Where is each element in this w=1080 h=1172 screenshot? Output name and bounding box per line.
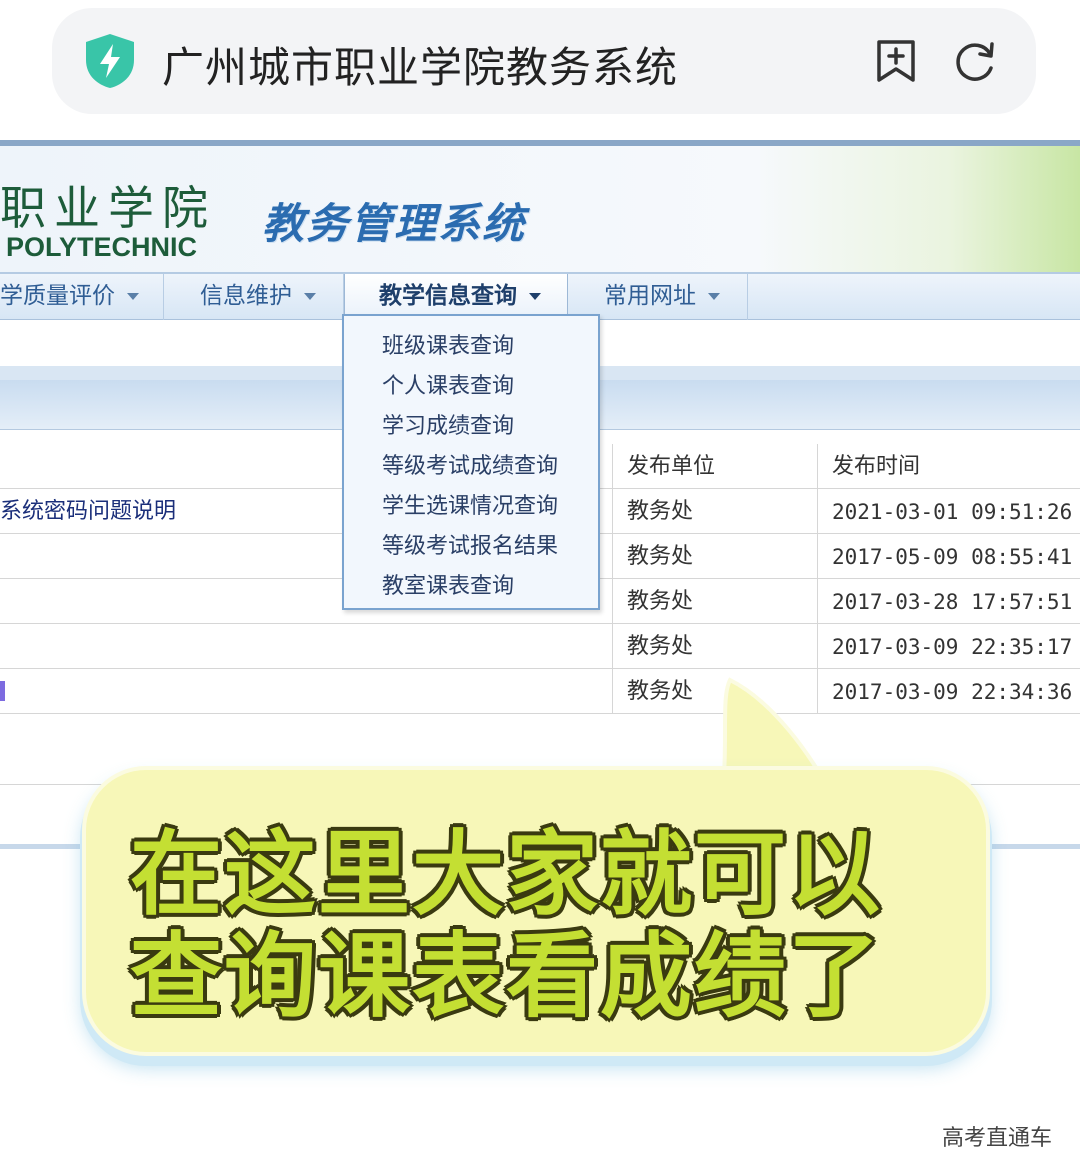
column-header-time: 发布时间	[817, 444, 1080, 488]
school-name-cn: 职业学院	[0, 181, 216, 235]
reload-icon[interactable]	[952, 38, 998, 84]
notice-time: 2017-05-09 08:55:41	[817, 534, 1080, 578]
menu-item-class-timetable[interactable]: 班级课表查询	[382, 328, 514, 360]
watermark: 高考直通车	[941, 1126, 1052, 1151]
menu-item-level-exam-scores[interactable]: 等级考试成绩查询	[382, 448, 558, 480]
row-marker	[0, 681, 5, 701]
menu-item-course-selection[interactable]: 学生选课情况查询	[382, 488, 558, 520]
table-row[interactable]: 教务处 2017-03-09 22:35:17	[0, 624, 1080, 669]
nav-item-label: 信息维护	[200, 283, 292, 309]
system-title: 教务管理系统	[262, 199, 527, 248]
notice-time: 2017-03-28 17:57:51	[817, 579, 1080, 623]
menu-item-personal-timetable[interactable]: 个人课表查询	[382, 368, 514, 400]
notice-time: 2017-03-09 22:35:17	[817, 624, 1080, 668]
school-name-en: POLYTECHNIC	[6, 232, 198, 262]
notice-unit: 教务处	[612, 579, 817, 623]
callout-text-line2: 查询课表看成绩了	[130, 923, 883, 1030]
nav-item-label: 教学信息查询	[379, 283, 517, 309]
notice-title-link[interactable]: 系统密码问题说明	[0, 489, 176, 533]
menu-item-grades[interactable]: 学习成绩查询	[382, 408, 514, 440]
chevron-down-icon	[529, 293, 541, 300]
nav-item-label: 学质量评价	[0, 283, 115, 309]
menu-item-classroom-timetable[interactable]: 教室课表查询	[382, 568, 514, 600]
teaching-info-dropdown: 班级课表查询 个人课表查询 学习成绩查询 等级考试成绩查询 学生选课情况查询 等…	[342, 314, 600, 610]
notice-time: 2021-03-01 09:51:26	[817, 489, 1080, 533]
notice-unit: 教务处	[612, 489, 817, 533]
column-header-unit: 发布单位	[612, 444, 817, 488]
site-title: 广州城市职业学院教务系统	[162, 43, 679, 92]
bookmark-add-icon[interactable]	[874, 38, 918, 84]
nav-item-label: 常用网址	[604, 283, 696, 309]
table-row[interactable]: 教务处 2017-03-09 22:34:36	[0, 669, 1080, 714]
menu-item-level-exam-registration[interactable]: 等级考试报名结果	[382, 528, 558, 560]
main-navbar: 学质量评价 信息维护 教学信息查询 常用网址	[0, 272, 1080, 320]
notice-unit: 教务处	[612, 534, 817, 578]
shield-icon	[86, 34, 134, 88]
chevron-down-icon	[304, 293, 316, 300]
chevron-down-icon	[127, 293, 139, 300]
notice-time: 2017-03-09 22:34:36	[817, 669, 1080, 713]
nav-item-quality-eval[interactable]: 学质量评价	[0, 274, 164, 320]
chevron-down-icon	[708, 293, 720, 300]
nav-item-info-maintenance[interactable]: 信息维护	[164, 274, 344, 320]
